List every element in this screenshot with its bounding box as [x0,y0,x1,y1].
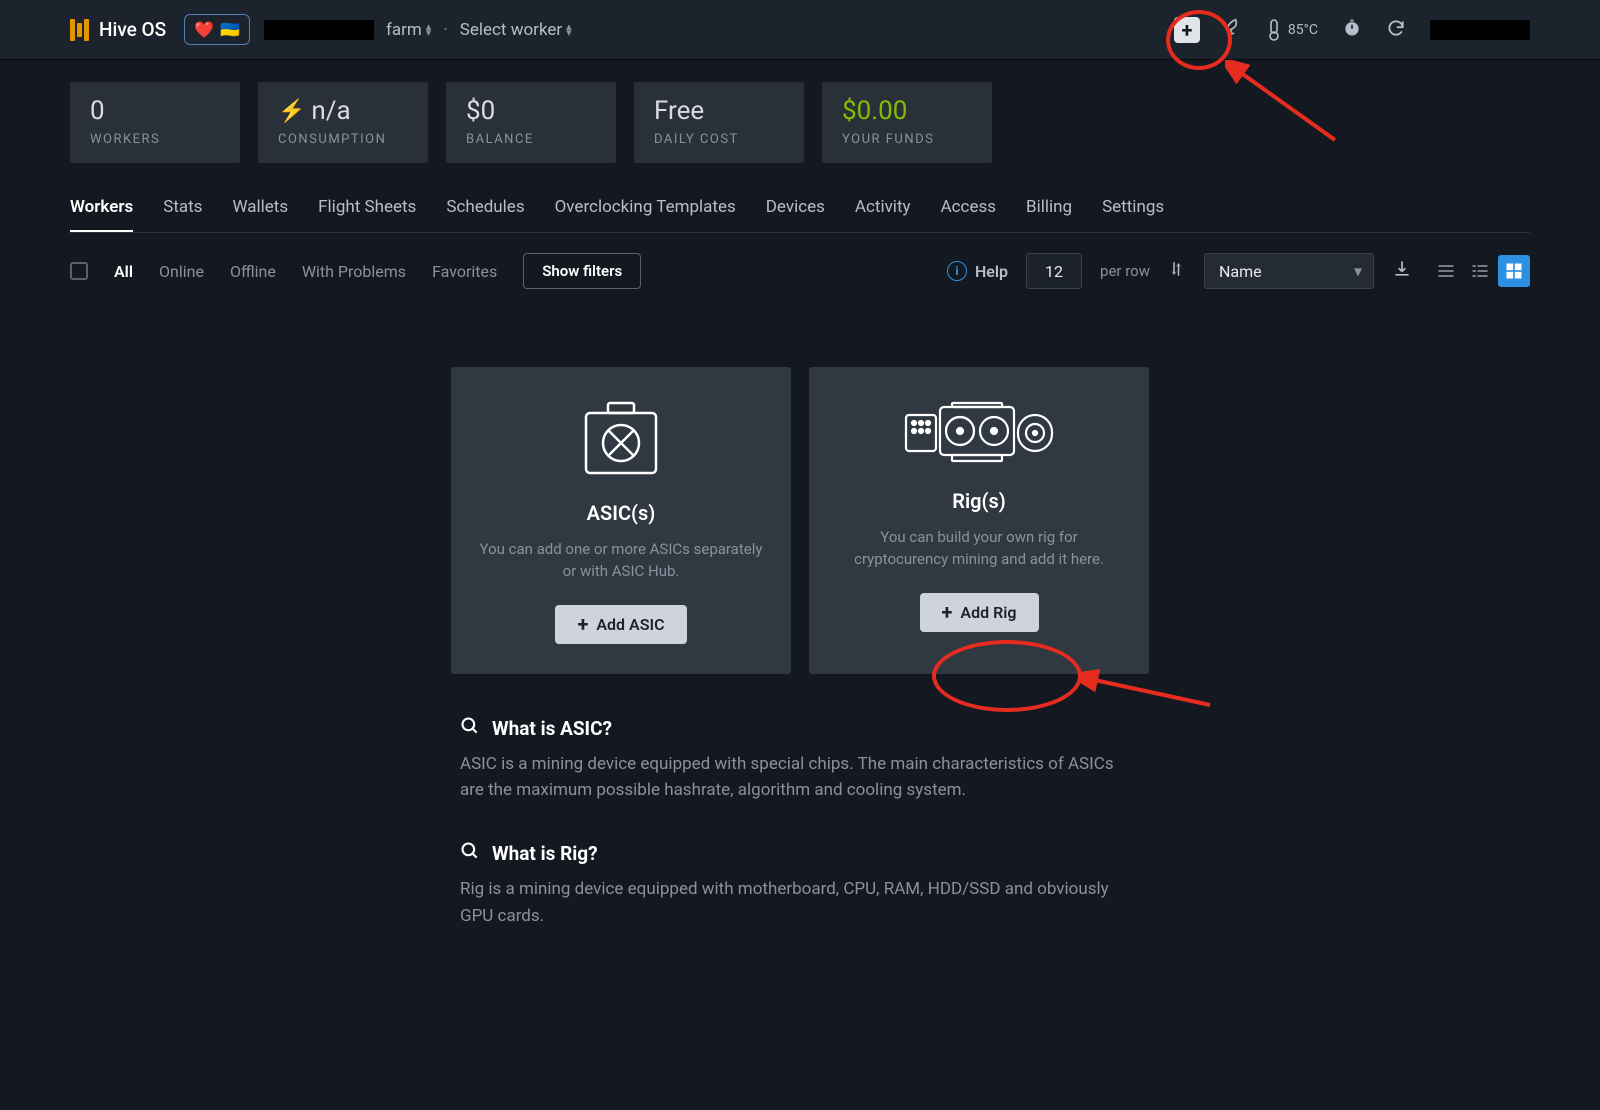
plus-icon: + [942,605,953,619]
rig-card-title: Rig(s) [835,489,1123,513]
empty-state-cards: ASIC(s) You can add one or more ASICs se… [70,367,1530,674]
support-ukraine-badge[interactable]: ❤️ 🇺🇦 [184,14,250,45]
rig-card-desc: You can build your own rig for cryptocur… [835,527,1123,571]
tab-billing[interactable]: Billing [1026,197,1072,232]
brand-name: Hive OS [99,18,166,41]
heart-icon: ❤️ [194,20,214,39]
view-detailed-list-icon[interactable] [1464,255,1496,287]
tab-flight-sheets[interactable]: Flight Sheets [318,197,416,232]
breadcrumb-farm-selector[interactable]: farm ▴▾ [386,20,431,40]
view-grid-icon[interactable] [1498,255,1530,287]
breadcrumb: farm ▴▾ · Select worker ▴▾ [264,20,572,40]
thermometer-icon [1268,19,1280,41]
view-list-icon[interactable] [1430,255,1462,287]
asic-card-desc: You can add one or more ASICs separately… [477,539,765,583]
tab-stats[interactable]: Stats [163,197,202,232]
per-row-input[interactable] [1026,253,1082,289]
tab-overclocking-templates[interactable]: Overclocking Templates [555,197,736,232]
add-asic-button[interactable]: +Add ASIC [555,605,686,644]
tab-settings[interactable]: Settings [1102,197,1164,232]
filter-offline[interactable]: Offline [230,262,276,281]
add-worker-button[interactable]: + [1174,17,1200,43]
stat-daily-cost[interactable]: Free DAILY COST [634,82,804,163]
tab-workers[interactable]: Workers [70,197,133,232]
asic-card: ASIC(s) You can add one or more ASICs se… [451,367,791,674]
filter-online[interactable]: Online [159,262,204,281]
asic-card-title: ASIC(s) [477,501,765,525]
info-rig: What is Rig? Rig is a mining device equi… [460,841,1140,929]
info-asic: What is ASIC? ASIC is a mining device eq… [460,716,1140,804]
search-icon [460,716,480,741]
brand-logo[interactable]: Hive OS [70,18,166,41]
search-icon [460,841,480,866]
sort-direction-button[interactable] [1168,260,1186,283]
sort-select[interactable]: Name [1204,253,1374,289]
tab-schedules[interactable]: Schedules [446,197,524,232]
rig-card: Rig(s) You can build your own rig for cr… [809,367,1149,674]
select-all-checkbox[interactable] [70,262,88,280]
info-icon: i [947,261,967,281]
ukraine-flag-icon: 🇺🇦 [220,20,240,39]
filters-row: All Online Offline With Problems Favorit… [70,253,1530,289]
show-filters-button[interactable]: Show filters [523,253,641,289]
stat-workers[interactable]: 0 WORKERS [70,82,240,163]
plus-icon: + [577,617,588,631]
tab-activity[interactable]: Activity [855,197,911,232]
timer-icon[interactable] [1342,18,1362,42]
filter-with-problems[interactable]: With Problems [302,262,406,281]
bolt-icon: ⚡ [278,99,305,124]
refresh-icon[interactable] [1386,18,1406,42]
add-rig-button[interactable]: +Add Rig [920,593,1039,632]
per-row-label: per row [1100,262,1150,280]
rocket-icon[interactable] [1224,18,1244,42]
redacted-account [1430,20,1530,40]
top-nav: Hive OS ❤️ 🇺🇦 farm ▴▾ · Select worker ▴▾… [0,0,1600,60]
temperature-indicator: 85°C [1268,19,1318,41]
stat-your-funds[interactable]: $0.00 YOUR FUNDS [822,82,992,163]
stat-balance[interactable]: $0 BALANCE [446,82,616,163]
redacted-farm-name [264,20,374,40]
breadcrumb-worker-selector[interactable]: Select worker ▴▾ [460,20,572,40]
tab-wallets[interactable]: Wallets [232,197,288,232]
stat-consumption[interactable]: ⚡n/a CONSUMPTION [258,82,428,163]
filter-favorites[interactable]: Favorites [432,262,497,281]
farm-stats-row: 0 WORKERS ⚡n/a CONSUMPTION $0 BALANCE Fr… [70,60,1530,163]
asic-icon [580,401,662,477]
rig-icon [904,401,1054,465]
tab-access[interactable]: Access [941,197,996,232]
help-link[interactable]: i Help [947,261,1008,281]
download-icon[interactable] [1392,259,1412,283]
filter-all[interactable]: All [114,262,133,281]
tab-devices[interactable]: Devices [766,197,825,232]
logo-mark-icon [70,19,89,41]
main-tabs: Workers Stats Wallets Flight Sheets Sche… [70,197,1530,233]
